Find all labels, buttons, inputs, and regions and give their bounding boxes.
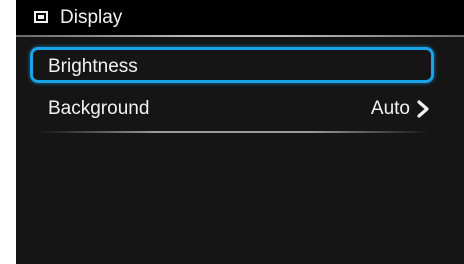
menu-item-background[interactable]: Background Auto xyxy=(30,91,434,127)
menu-item-label: Background xyxy=(48,98,150,119)
title-bar: Display xyxy=(16,0,464,35)
display-settings-screen: Display Brightness Background Auto xyxy=(16,0,464,264)
menu-item-brightness[interactable]: Brightness xyxy=(30,47,434,83)
background-value: Auto xyxy=(370,98,410,119)
chevron-right-icon xyxy=(417,100,429,118)
item-divider xyxy=(38,131,430,133)
menu-item-label: Brightness xyxy=(48,56,138,77)
page-title: Display xyxy=(60,7,123,28)
header-divider xyxy=(16,35,464,37)
display-icon xyxy=(34,11,48,23)
